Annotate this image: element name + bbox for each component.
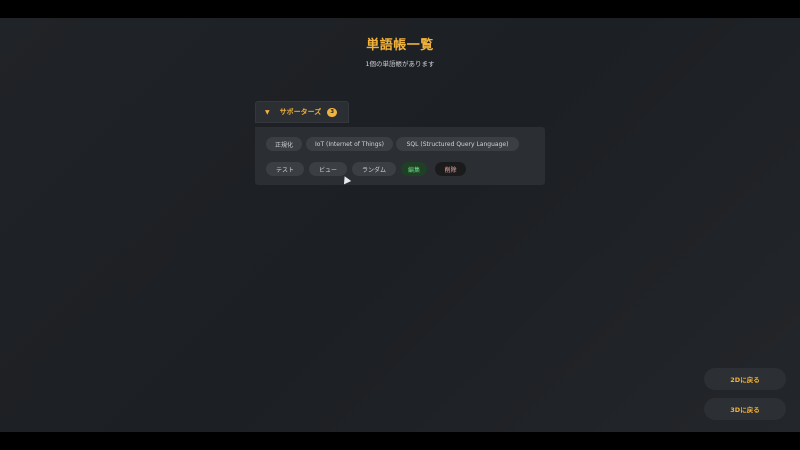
page-title: 単語帳一覧 xyxy=(366,38,434,53)
wordbook-name: サポーターズ xyxy=(279,108,322,116)
word-count-badge: 3 xyxy=(327,107,338,117)
word-chip[interactable]: 正規化 xyxy=(266,137,302,151)
random-button[interactable]: ランダム xyxy=(352,162,396,176)
delete-button[interactable]: 削除 xyxy=(435,162,466,176)
app-frame: 単語帳一覧 1個の単語帳があります ▼ サポーターズ 3 正規化 IoT (In… xyxy=(0,18,800,432)
test-button[interactable]: テスト xyxy=(266,162,304,176)
back-to-3d-button[interactable]: 3Dに戻る xyxy=(704,398,786,420)
page-subtitle: 1個の単語帳があります xyxy=(365,60,435,68)
word-chip[interactable]: IoT (Internet of Things) xyxy=(306,137,393,151)
view-button[interactable]: ビュー xyxy=(309,162,347,176)
wordbook-group-header[interactable]: ▼ サポーターズ 3 xyxy=(255,101,349,123)
edit-button[interactable]: 編集 xyxy=(401,162,427,176)
wordbook-panel: 正規化 IoT (Internet of Things) SQL (Struct… xyxy=(255,127,545,185)
word-chip[interactable]: SQL (Structured Query Language) xyxy=(396,137,519,151)
back-to-2d-button[interactable]: 2Dに戻る xyxy=(704,368,786,390)
collapse-triangle-icon: ▼ xyxy=(265,108,270,116)
